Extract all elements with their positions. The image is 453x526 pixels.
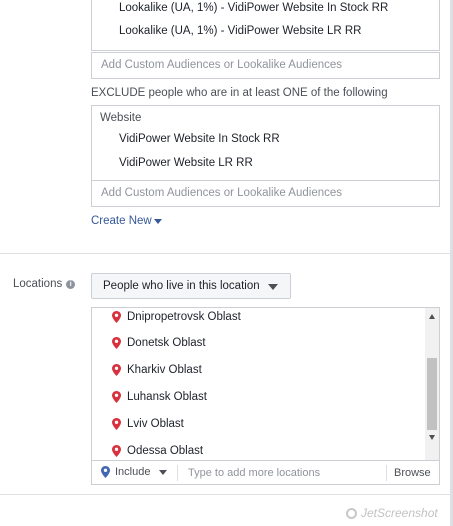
include-exclude-dropdown[interactable]: Include	[101, 466, 168, 478]
exclude-section-label: Website	[100, 112, 142, 124]
map-pin-icon	[112, 311, 121, 323]
chevron-down-icon	[153, 218, 162, 224]
list-item[interactable]: Kharkiv Oblast	[112, 364, 202, 376]
chevron-down-icon	[159, 469, 168, 475]
location-name: Dnipropetrovsk Oblast	[127, 311, 241, 323]
watermark-text: JetScreenshot	[361, 506, 438, 520]
locations-label-row: Locations i	[13, 278, 76, 290]
scroll-up-arrow-icon[interactable]	[429, 314, 435, 319]
map-pin-icon	[112, 445, 121, 457]
location-name: Luhansk Oblast	[127, 391, 207, 403]
info-icon[interactable]: i	[66, 279, 76, 289]
include-audience-item: Lookalike (UA, 1%) - VidiPower Website L…	[119, 25, 362, 37]
locations-list: Dnipropetrovsk Oblast Donetsk Oblast Kha…	[91, 307, 440, 460]
location-type-dropdown[interactable]: People who live in this location	[91, 273, 291, 299]
list-item[interactable]: Lviv Oblast	[112, 418, 184, 430]
browse-button[interactable]: Browse	[394, 467, 431, 479]
map-pin-icon	[112, 391, 121, 403]
exclude-audience-input[interactable]: Add Custom Audiences or Lookalike Audien…	[91, 180, 440, 207]
location-name: Lviv Oblast	[127, 418, 184, 430]
watermark: JetScreenshot	[346, 506, 438, 520]
map-pin-icon	[112, 418, 121, 430]
section-divider	[0, 253, 450, 254]
section-divider	[0, 494, 450, 495]
list-item[interactable]: Odessa Oblast	[112, 445, 203, 457]
locations-scrollbar[interactable]	[425, 308, 439, 460]
chevron-down-icon	[268, 284, 278, 290]
location-name: Donetsk Oblast	[127, 337, 206, 349]
scroll-down-arrow-icon[interactable]	[429, 435, 435, 440]
include-audience-input[interactable]: Add Custom Audiences or Lookalike Audien…	[91, 52, 440, 79]
include-audience-list: Lookalike (UA, 1%) - VidiPower Website I…	[91, 0, 440, 51]
list-item[interactable]: Dnipropetrovsk Oblast	[112, 311, 241, 323]
locations-label: Locations	[13, 278, 63, 290]
exclude-audience-list: Website VidiPower Website In Stock RR Vi…	[91, 105, 440, 181]
footer-divider	[386, 465, 387, 481]
list-item[interactable]: Donetsk Oblast	[112, 337, 206, 349]
include-audience-item: Lookalike (UA, 1%) - VidiPower Website I…	[119, 2, 389, 14]
location-search-bar: Include Type to add more locations Brows…	[91, 460, 440, 485]
create-new-button[interactable]: Create New	[91, 215, 162, 227]
location-type-value: People who live in this location	[103, 280, 260, 292]
list-item[interactable]: Luhansk Oblast	[112, 391, 207, 403]
footer-divider	[177, 465, 178, 481]
exclude-audience-item: VidiPower Website LR RR	[119, 157, 253, 169]
scrollbar-thumb[interactable]	[427, 358, 437, 430]
location-name: Odessa Oblast	[127, 445, 204, 457]
exclude-label: EXCLUDE people who are in at least ONE o…	[91, 87, 388, 99]
map-pin-icon	[112, 337, 121, 349]
map-pin-icon	[101, 466, 110, 478]
location-search-input[interactable]: Type to add more locations	[188, 467, 320, 479]
create-new-label: Create New	[91, 215, 152, 227]
exclude-audience-item: VidiPower Website In Stock RR	[119, 133, 280, 145]
watermark-logo-icon	[346, 507, 357, 519]
include-label: Include	[115, 466, 151, 478]
location-name: Kharkiv Oblast	[127, 364, 202, 376]
map-pin-icon	[112, 364, 121, 376]
